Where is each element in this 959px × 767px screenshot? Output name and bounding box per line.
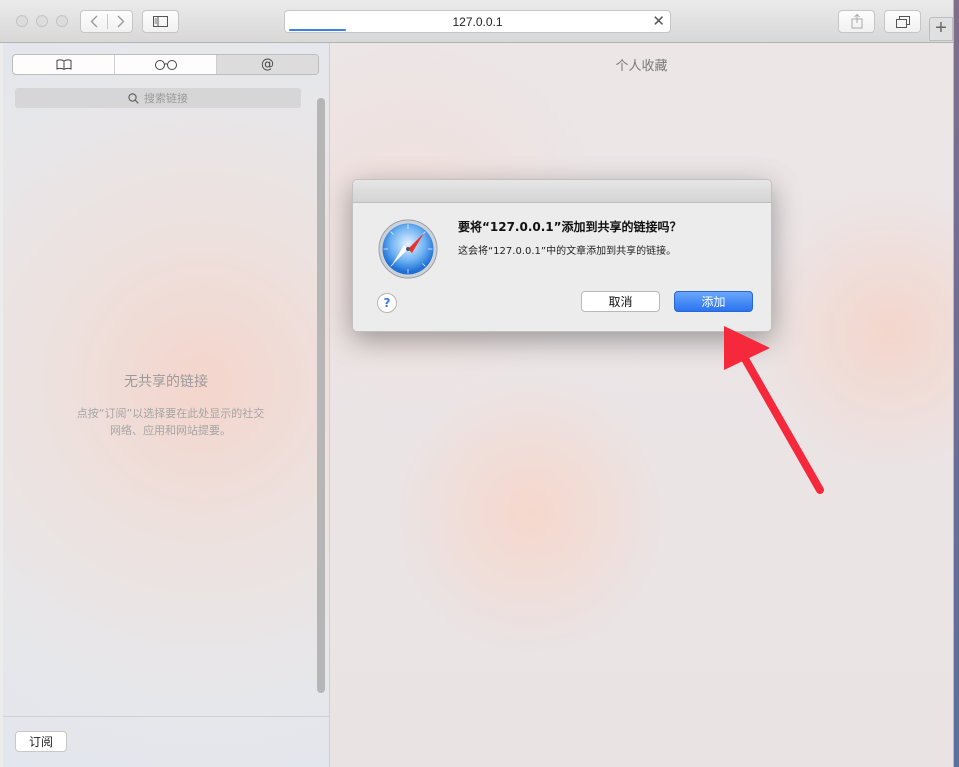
add-shared-links-dialog: 要将“127.0.0.1”添加到共享的链接吗？ 这会将“127.0.0.1”中的… [352,179,772,332]
safari-window: 127.0.0.1 ✕ + @ 搜索链接 无共享的链接 点按“订阅”以选择要在此… [0,0,954,767]
back-button[interactable] [81,11,107,32]
address-url: 127.0.0.1 [452,15,503,29]
dialog-heading: 要将“127.0.0.1”添加到共享的链接吗？ [458,220,682,234]
at-icon: @ [261,57,274,72]
book-icon [56,59,71,70]
shared-links-sidebar: @ 搜索链接 无共享的链接 点按“订阅”以选择要在此处显示的社交 网络、应用和网… [3,43,330,767]
page-load-progress [289,29,346,31]
add-button[interactable]: 添加 [674,291,753,312]
safari-compass-icon [378,219,438,279]
new-tab-button[interactable]: + [929,17,953,41]
favorites-page: 个人收藏 [330,43,953,767]
empty-state-line-1: 点按“订阅”以选择要在此处显示的社交 [76,407,265,420]
sidebar-footer: 订阅 [3,716,329,767]
address-bar[interactable]: 127.0.0.1 ✕ [284,10,671,33]
forward-button[interactable] [108,11,133,32]
help-button[interactable]: ? [377,293,397,313]
tab-bookmarks[interactable] [13,55,114,74]
tab-shared-links[interactable]: @ [216,55,318,74]
search-links-input[interactable]: 搜索链接 [15,88,301,108]
minimize-window-button[interactable] [36,15,48,27]
glasses-icon [154,60,177,70]
subscribe-button[interactable]: 订阅 [15,731,67,752]
toolbar: 127.0.0.1 ✕ + [0,0,953,43]
empty-state-description: 点按“订阅”以选择要在此处显示的社交 网络、应用和网站提要。 [48,405,293,439]
sidebar-scrollbar[interactable] [317,98,325,693]
tab-overview-button[interactable] [884,10,921,33]
zoom-window-button[interactable] [56,15,68,27]
close-window-button[interactable] [16,15,28,27]
empty-state-line-2: 网络、应用和网站提要。 [110,424,231,437]
close-icon[interactable]: ✕ [652,13,665,30]
cancel-button[interactable]: 取消 [581,291,660,312]
sidebar-icon [153,16,168,27]
dialog-titlebar [353,180,771,203]
sidebar-toggle-button[interactable] [142,10,179,33]
search-placeholder: 搜索链接 [144,92,188,105]
page-title: 个人收藏 [615,59,668,74]
empty-state-title: 无共享的链接 [124,374,208,390]
chevron-right-icon [117,15,124,28]
tab-reading-list[interactable] [114,55,216,74]
chevron-left-icon [90,15,98,28]
share-button[interactable] [838,10,875,33]
back-forward-control [80,10,133,33]
sidebar-tab-switcher: @ [12,54,319,75]
dialog-message: 这会将“127.0.0.1”中的文章添加到共享的链接。 [458,246,677,257]
share-icon [851,14,862,29]
tabs-overview-icon [895,15,910,28]
search-icon [128,92,139,104]
